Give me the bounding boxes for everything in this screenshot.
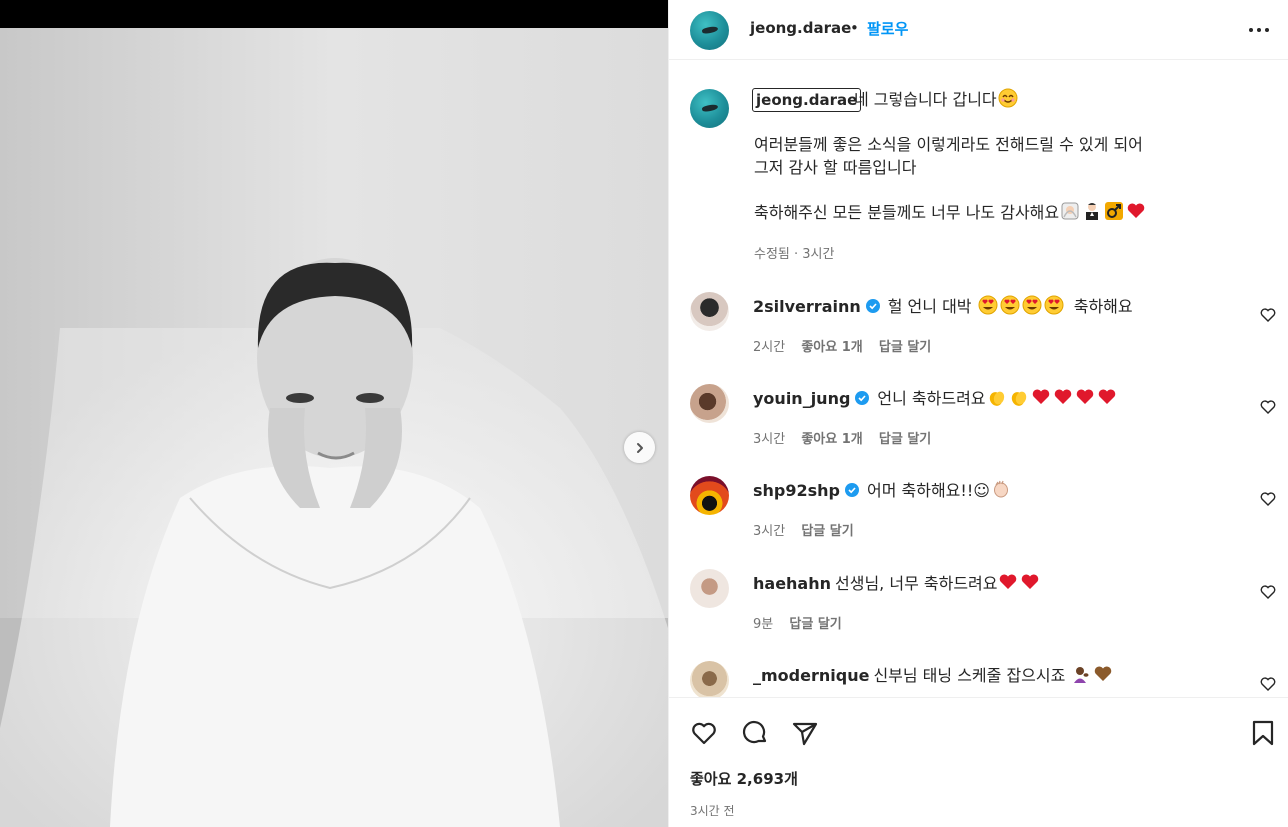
red-heart-emoji-icon [1127, 203, 1145, 218]
person-tipping-hand-emoji-icon [1074, 667, 1089, 683]
comment-heart-icon[interactable] [1260, 584, 1276, 600]
post-timestamp[interactable]: 3시간 전 [690, 802, 735, 819]
comment-text: 어머 축하해요!!☺ [867, 481, 990, 500]
commenter-avatar[interactable] [690, 476, 729, 515]
caption-line-2: 여러분들께 좋은 소식을 이렇게라도 전해드릴 수 있게 되어 [754, 135, 1143, 154]
reply-button[interactable]: 답글 달기 [789, 617, 841, 632]
reply-button[interactable]: 답글 달기 [801, 524, 853, 539]
post-media [0, 0, 668, 827]
comments-scroll-area[interactable]: 네 그렇습니다 갑니다 여러분들께 좋은 소식을 이렇게라도 전해드릴 수 있게… [669, 61, 1288, 697]
caption-line-1: 네 그렇습니다 갑니다 [854, 90, 997, 109]
red-heart-emoji-icon [1076, 389, 1093, 404]
comment-time[interactable]: 3시간 [753, 432, 785, 447]
comment-item: haehahn 선생님, 너무 축하드려요 9분 답글 달기 [669, 569, 1288, 649]
clapping-hands-emoji-icon [989, 391, 1004, 406]
comment-likes[interactable]: 좋아요 1개 [801, 432, 862, 447]
heart-eyes-emoji-icon [978, 295, 998, 315]
commenter-avatar[interactable] [690, 569, 729, 608]
post-header: jeong.darae • 팔로우 [669, 0, 1288, 60]
comment-heart-icon[interactable] [1260, 399, 1276, 415]
comment-time[interactable]: 3시간 [753, 524, 785, 539]
commenter-username[interactable]: haehahn [753, 574, 831, 593]
caption-meta: 수정됨 · 3시간 [754, 247, 835, 262]
smiling-face-emoji-icon [998, 88, 1018, 108]
red-heart-emoji-icon [1054, 389, 1071, 404]
comment-text: 신부님 태닝 스케줄 잡으시죠 [873, 666, 1066, 685]
likes-count[interactable]: 좋아요 2,693개 [690, 768, 798, 789]
clapping-hands-emoji-icon [1011, 391, 1026, 406]
author-avatar[interactable] [690, 11, 729, 50]
commenter-avatar[interactable] [690, 661, 729, 697]
verified-badge-icon [845, 483, 859, 497]
separator-dot: • [850, 19, 859, 37]
post-side-panel: jeong.darae • 팔로우 네 그렇습니다 갑니다 여러분들께 좋은 소… [668, 0, 1288, 827]
comment-likes[interactable]: 좋아요 1개 [801, 340, 862, 355]
share-icon[interactable] [791, 719, 819, 747]
follow-button[interactable]: 팔로우 [867, 18, 908, 39]
reply-button[interactable]: 답글 달기 [879, 432, 931, 447]
comment-text: 언니 축하드려요 [877, 389, 986, 408]
heart-eyes-emoji-icon [1044, 295, 1064, 315]
commenter-username[interactable]: _modernique [753, 666, 869, 685]
caption-line-4: 축하해주신 모든 분들께도 너무 나도 감사해요 [754, 203, 1060, 222]
comment-text-suffix: 축하해요 [1073, 297, 1133, 316]
comment-heart-icon[interactable] [1260, 491, 1276, 507]
caption-line-3: 그저 감사 할 따름입니다 [754, 158, 917, 177]
red-heart-emoji-icon [1098, 389, 1115, 404]
next-image-button[interactable] [624, 432, 655, 463]
groom-emoji-icon [1086, 203, 1099, 220]
comment-item: _modernique 신부님 태닝 스케줄 잡으시죠 [669, 661, 1288, 697]
comment-time[interactable]: 9분 [753, 617, 773, 632]
commenter-username[interactable]: youin_jung [753, 389, 850, 408]
comment-item: 2silverrainn 헐 언니 대박 축하해요 2시간 좋아요 1개 답글 달… [669, 292, 1288, 372]
verified-badge-icon [855, 391, 870, 405]
bookmark-icon[interactable] [1249, 719, 1277, 747]
red-heart-emoji-icon [1032, 389, 1049, 404]
post-photo [0, 28, 668, 827]
caption-author-avatar[interactable] [690, 89, 729, 128]
comment-item: shp92shp 어머 축하해요!!☺ 3시간 답글 달기 [669, 476, 1288, 556]
more-options-icon[interactable] [1247, 22, 1271, 38]
author-username[interactable]: jeong.darae [750, 19, 851, 37]
comment-icon[interactable] [741, 719, 769, 747]
verified-badge-icon [865, 299, 880, 313]
heart-eyes-emoji-icon [1022, 295, 1042, 315]
red-heart-emoji-icon [1022, 574, 1039, 589]
waving-hand-emoji-icon [993, 480, 1008, 498]
comment-item: youin_jung 언니 축하드려요 3시간 좋아요 1개 답글 달기 [669, 384, 1288, 464]
commenter-avatar[interactable] [690, 292, 729, 331]
brown-heart-emoji-icon [1095, 666, 1112, 681]
chevron-right-icon [636, 442, 643, 453]
commenter-username[interactable]: 2silverrainn [753, 297, 861, 316]
commenter-username[interactable]: shp92shp [753, 481, 840, 500]
male-sign-emoji-icon [1105, 202, 1124, 220]
caption-username[interactable]: jeong.darae [752, 88, 862, 112]
commenter-avatar[interactable] [690, 384, 729, 423]
post-actions: 좋아요 2,693개 3시간 전 [669, 697, 1288, 827]
comment-heart-icon[interactable] [1260, 676, 1276, 692]
comment-time[interactable]: 2시간 [753, 340, 785, 355]
heart-icon[interactable] [690, 719, 718, 747]
heart-eyes-emoji-icon [1000, 295, 1020, 315]
comment-text: 헐 언니 대박 [887, 297, 972, 316]
red-heart-emoji-icon [1000, 574, 1017, 589]
comment-heart-icon[interactable] [1260, 307, 1276, 323]
bride-emoji-icon [1061, 202, 1079, 220]
comment-text: 선생님, 너무 축하드려요 [835, 574, 998, 593]
reply-button[interactable]: 답글 달기 [879, 340, 931, 355]
